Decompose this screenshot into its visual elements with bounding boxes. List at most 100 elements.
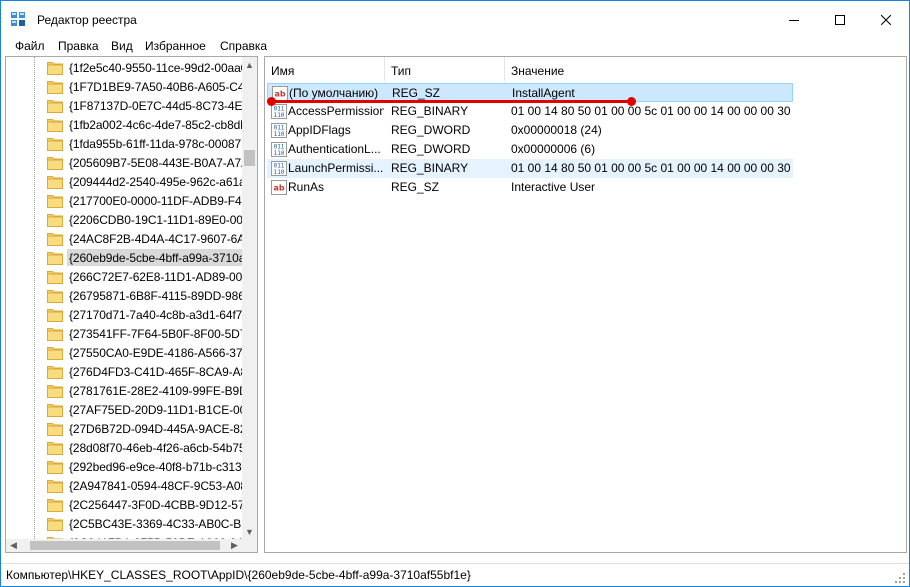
scroll-right-arrow-icon[interactable]: ▶ xyxy=(227,539,242,552)
tree-item[interactable]: {27550CA0-E9DE-4186-A566-37A5 xyxy=(6,343,242,362)
value-name: AppIDFlags xyxy=(288,123,351,137)
value-row[interactable]: 011 110 AppIDFlags REG_DWORD 0x00000018 (24) xyxy=(267,121,793,140)
value-name: LaunchPermissi... xyxy=(288,161,384,175)
menu-view[interactable]: Вид xyxy=(111,39,133,53)
tree-item[interactable]: {2C5BC43E-3369-4C33-AB0C-BE9 xyxy=(6,514,242,533)
status-path: Компьютер\HKEY_CLASSES_ROOT\AppID\{260eb… xyxy=(6,568,471,582)
tree-horizontal-scrollbar[interactable]: ◀ ▶ xyxy=(6,539,242,552)
minimize-button[interactable] xyxy=(771,1,817,38)
key-tree: {1f2e5c40-9550-11ce-99d2-00aa0 {1F7D1BE9-… xyxy=(6,57,242,539)
tree-item[interactable]: {27D6B72D-094D-445A-9ACE-829 xyxy=(6,419,242,438)
tree-item-label: {205609B7-5E08-443E-B0A7-A7AE xyxy=(69,156,242,170)
menu-file[interactable]: Файл xyxy=(15,39,45,53)
tree-item-label: {27D6B72D-094D-445A-9ACE-829 xyxy=(69,422,242,436)
tree-scroll-thumb[interactable] xyxy=(244,150,255,167)
tree-item-label: {2C5BC43E-3369-4C33-AB0C-BE9 xyxy=(69,517,242,531)
binary-value-icon: 011 110 xyxy=(271,104,287,119)
scroll-down-arrow-icon[interactable]: ▼ xyxy=(242,524,257,539)
tree-item[interactable]: {276D4FD3-C41D-465F-8CA9-A82 xyxy=(6,362,242,381)
folder-icon xyxy=(47,345,63,360)
menu-bar: Файл Правка Вид Избранное Справка xyxy=(1,38,909,55)
tree-item-label: {217700E0-0000-11DF-ADB9-F4CE xyxy=(69,194,242,208)
folder-icon xyxy=(47,231,63,246)
key-tree-panel[interactable]: {1f2e5c40-9550-11ce-99d2-00aa0 {1F7D1BE9-… xyxy=(5,56,258,553)
scroll-up-arrow-icon[interactable]: ▲ xyxy=(242,57,257,72)
tree-item[interactable]: {266C72E7-62E8-11D1-AD89-00C0 xyxy=(6,267,242,286)
tree-item-label: {2206CDB0-19C1-11D1-89E0-00C0 xyxy=(69,213,242,227)
tree-item-label: {292bed96-e9ce-40f8-b71b-c313c xyxy=(69,460,242,474)
tree-item[interactable]: {1fda955b-61ff-11da-978c-00087 xyxy=(6,134,242,153)
tree-item-label: {27550CA0-E9DE-4186-A566-37A5 xyxy=(69,346,242,360)
value-row[interactable]: 011 110 LaunchPermissi... REG_BINARY 01 00 1… xyxy=(267,159,793,178)
tree-item-label: {1F7D1BE9-7A50-40B6-A605-C4F3 xyxy=(69,80,242,94)
value-data: Interactive User xyxy=(511,180,596,194)
tree-item[interactable]: {1fb2a002-4c6c-4de7-85c2-cb8db xyxy=(6,115,242,134)
folder-icon xyxy=(47,193,63,208)
tree-item[interactable]: {26795871-6B8F-4115-89DD-9862 xyxy=(6,286,242,305)
tree-item[interactable]: {1F87137D-0E7C-44d5-8C73-4EFF xyxy=(6,96,242,115)
tree-item[interactable]: {2206CDB0-19C1-11D1-89E0-00C0 xyxy=(6,210,242,229)
window-title: Редактор реестра xyxy=(37,13,137,27)
tree-item[interactable]: {28d08f70-46eb-4f26-a6cb-54b75 xyxy=(6,438,242,457)
menu-help[interactable]: Справка xyxy=(220,39,267,53)
column-header-type[interactable]: Тип xyxy=(385,57,505,81)
value-row[interactable]: 011 110 AuthenticationL... REG_DWORD 0x00000… xyxy=(267,140,793,159)
svg-text:110: 110 xyxy=(274,131,285,138)
value-row[interactable]: 011 110 AccessPermission REG_BINARY 01 00 14… xyxy=(267,102,793,121)
tree-item[interactable]: {24AC8F2B-4D4A-4C17-9607-6A4 xyxy=(6,229,242,248)
menu-edit[interactable]: Правка xyxy=(58,39,99,53)
value-row[interactable]: ab RunAs REG_SZ Interactive User xyxy=(267,178,793,197)
tree-vertical-scrollbar[interactable]: ▲ ▼ xyxy=(242,57,257,539)
scroll-left-arrow-icon[interactable]: ◀ xyxy=(6,539,21,552)
tree-item[interactable]: {217700E0-0000-11DF-ADB9-F4CE xyxy=(6,191,242,210)
value-type: REG_DWORD xyxy=(391,142,471,156)
column-header-value[interactable]: Значение xyxy=(505,57,905,81)
tree-item[interactable]: {205609B7-5E08-443E-B0A7-A7AE xyxy=(6,153,242,172)
minimize-icon xyxy=(789,19,799,21)
maximize-button[interactable] xyxy=(817,1,863,38)
folder-icon xyxy=(47,79,63,94)
folder-icon xyxy=(47,117,63,132)
svg-text:110: 110 xyxy=(274,169,285,176)
tree-item[interactable]: {27170d71-7a40-4c8b-a3d1-64f7c xyxy=(6,305,242,324)
tree-item[interactable]: {2A947841-0594-48CF-9C53-A08C xyxy=(6,476,242,495)
tree-item[interactable]: {292bed96-e9ce-40f8-b71b-c313c xyxy=(6,457,242,476)
tree-hscroll-thumb[interactable] xyxy=(30,541,220,550)
value-data: InstallAgent xyxy=(512,86,575,100)
tree-item[interactable]: {1f2e5c40-9550-11ce-99d2-00aa0 xyxy=(6,58,242,77)
values-list-panel[interactable]: Имя Тип Значение ab (По умолчанию) REG_SZ I… xyxy=(264,56,907,553)
folder-icon xyxy=(47,497,63,512)
value-data: 01 00 14 80 50 01 00 00 5c 01 00 00 14 0… xyxy=(511,161,791,175)
scroll-corner xyxy=(242,539,257,552)
close-button[interactable] xyxy=(863,1,909,38)
column-header-name[interactable]: Имя xyxy=(265,57,385,81)
tree-item[interactable]: {1F7D1BE9-7A50-40B6-A605-C4F3 xyxy=(6,77,242,96)
tree-item[interactable]: {2C256447-3F0D-4CBB-9D12-575I xyxy=(6,495,242,514)
tree-item-label: {2781761E-28E2-4109-99FE-B9D12 xyxy=(69,384,242,398)
tree-item[interactable]: {209444d2-2540-495e-962c-a61ac xyxy=(6,172,242,191)
folder-icon xyxy=(47,402,63,417)
string-value-icon: ab xyxy=(271,180,287,195)
close-icon xyxy=(881,14,891,25)
registry-editor-icon xyxy=(11,12,25,26)
svg-text:110: 110 xyxy=(274,150,285,157)
tree-item[interactable]: {2781761E-28E2-4109-99FE-B9D12 xyxy=(6,381,242,400)
tree-item-label: {266C72E7-62E8-11D1-AD89-00C0 xyxy=(69,270,242,284)
folder-icon xyxy=(47,307,63,322)
folder-icon xyxy=(47,364,63,379)
tree-item-label: {28d08f70-46eb-4f26-a6cb-54b75 xyxy=(69,441,242,455)
tree-item-label: {27170d71-7a40-4c8b-a3d1-64f7c xyxy=(69,308,242,322)
value-type: REG_SZ xyxy=(391,180,440,194)
binary-value-icon: 011 110 xyxy=(271,123,287,138)
menu-favorites[interactable]: Избранное xyxy=(145,39,206,53)
values-list-header: Имя Тип Значение xyxy=(265,57,906,81)
tree-item[interactable]: {260eb9de-5cbe-4bff-a99a-3710a xyxy=(6,248,242,267)
status-bar: Компьютер\HKEY_CLASSES_ROOT\AppID\{260eb… xyxy=(1,563,909,586)
resize-grip-icon[interactable] xyxy=(894,572,906,584)
tree-item[interactable]: {27AF75ED-20D9-11D1-B1CE-0080 xyxy=(6,400,242,419)
binary-value-icon: 011 110 xyxy=(271,161,287,176)
tree-item-label: {26795871-6B8F-4115-89DD-9862 xyxy=(69,289,242,303)
tree-item[interactable]: {273541FF-7F64-5B0F-8F00-5D77 xyxy=(6,324,242,343)
title-bar[interactable]: Редактор реестра xyxy=(1,1,909,38)
tree-item-label: {209444d2-2540-495e-962c-a61ac xyxy=(69,175,242,189)
